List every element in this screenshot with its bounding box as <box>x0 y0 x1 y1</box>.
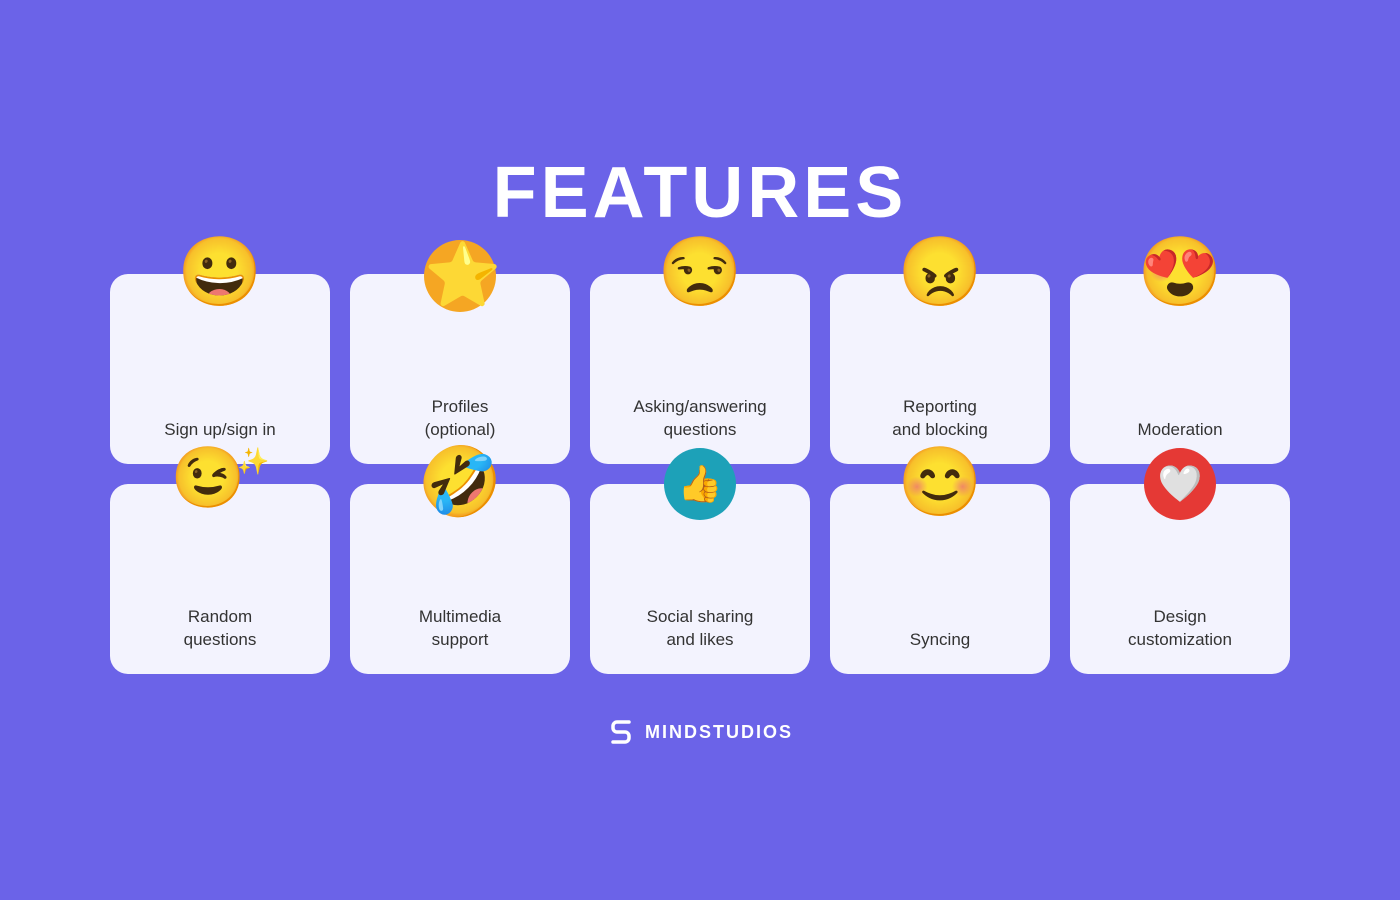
card-asking-answering: 😒 Asking/answeringquestions <box>590 274 810 464</box>
emoji-random-questions: 😉✨ <box>170 448 269 508</box>
label-reporting-blocking: Reportingand blocking <box>882 396 997 442</box>
page-title: FEATURES <box>493 152 908 234</box>
emoji-syncing: 😊 <box>898 448 983 516</box>
label-multimedia-support: Multimediasupport <box>409 606 511 652</box>
footer: MINDSTUDIOS <box>607 716 793 748</box>
card-social-sharing: 👍 Social sharingand likes <box>590 484 810 674</box>
label-social-sharing: Social sharingand likes <box>637 606 764 652</box>
emoji-profiles: ⭐ <box>424 240 496 312</box>
card-profiles: ⭐ Profiles(optional) <box>350 274 570 464</box>
label-random-questions: Randomquestions <box>174 606 267 652</box>
card-syncing: 😊 Syncing <box>830 484 1050 674</box>
features-grid: 😀 Sign up/sign in ⭐ Profiles(optional) 😒… <box>110 274 1290 674</box>
label-design-customization: Designcustomization <box>1118 606 1242 652</box>
label-sign-up: Sign up/sign in <box>154 419 286 442</box>
emoji-sign-up: 😀 <box>178 238 263 306</box>
label-profiles: Profiles(optional) <box>415 396 506 442</box>
brand-name: MINDSTUDIOS <box>645 722 793 743</box>
label-syncing: Syncing <box>900 629 980 652</box>
label-asking-answering: Asking/answeringquestions <box>623 396 776 442</box>
card-multimedia-support: 🤣 Multimediasupport <box>350 484 570 674</box>
card-sign-up: 😀 Sign up/sign in <box>110 274 330 464</box>
card-random-questions: 😉✨ Randomquestions <box>110 484 330 674</box>
emoji-multimedia-support: 🤣 <box>418 448 503 516</box>
icon-design-customization: 🤍 <box>1144 448 1216 520</box>
emoji-asking-answering: 😒 <box>658 238 743 306</box>
card-design-customization: 🤍 Designcustomization <box>1070 484 1290 674</box>
logo-icon <box>607 716 635 748</box>
label-moderation: Moderation <box>1127 419 1232 442</box>
card-reporting-blocking: 😠 Reportingand blocking <box>830 274 1050 464</box>
icon-social-sharing: 👍 <box>664 448 736 520</box>
emoji-moderation: 😍 <box>1138 238 1223 306</box>
card-moderation: 😍 Moderation <box>1070 274 1290 464</box>
emoji-reporting-blocking: 😠 <box>898 238 983 306</box>
